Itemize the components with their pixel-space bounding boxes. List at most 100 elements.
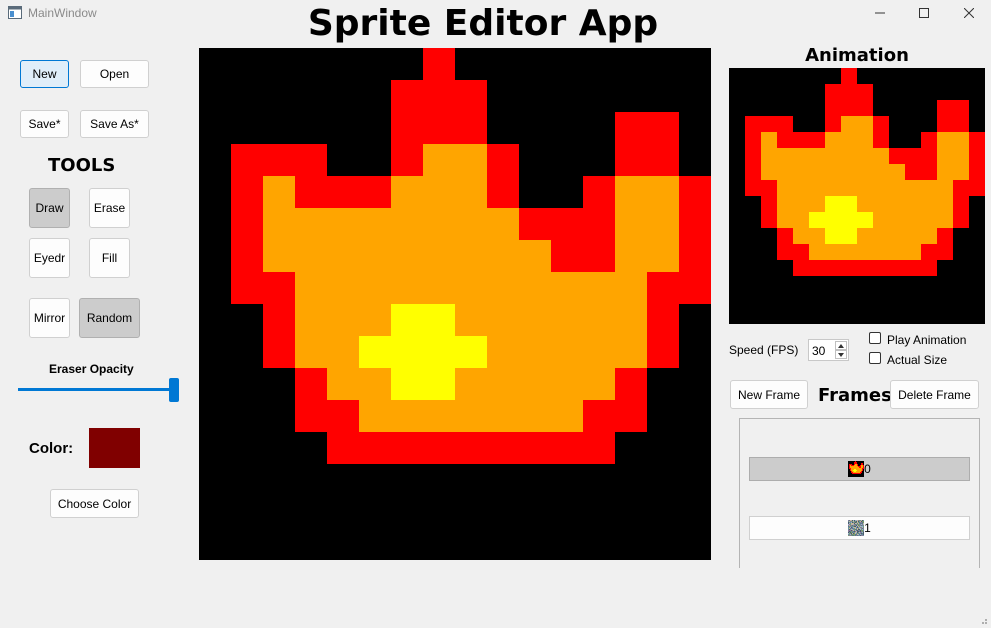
sprite-pixel — [455, 368, 487, 400]
eyedropper-tool-button[interactable]: Eyedr — [29, 238, 70, 278]
sprite-pixel — [861, 469, 863, 470]
sprite-pixel — [391, 304, 423, 336]
play-animation-checkbox[interactable] — [869, 332, 881, 344]
sprite-pixel — [861, 463, 863, 464]
maximize-button[interactable] — [901, 0, 947, 26]
sprite-pixel — [851, 466, 853, 467]
sprite-pixel — [583, 240, 615, 272]
sprite-pixel — [856, 463, 858, 464]
sprite-pixel — [809, 244, 825, 260]
fill-tool-button[interactable]: Fill — [89, 238, 130, 278]
sprite-pixel — [855, 463, 857, 464]
sprite-pixel — [852, 472, 854, 473]
spin-up-button[interactable] — [835, 341, 847, 350]
delete-frame-button[interactable]: Delete Frame — [890, 380, 979, 409]
color-swatch[interactable] — [89, 428, 140, 468]
sprite-pixel — [423, 176, 455, 208]
sprite-pixel — [519, 304, 551, 336]
frame-item-1[interactable]: 1 — [749, 516, 970, 540]
sprite-pixel — [852, 471, 854, 472]
sprite-pixel — [745, 132, 761, 148]
sprite-pixel — [854, 464, 856, 465]
sprite-pixel — [937, 228, 953, 244]
sprite-pixel — [647, 272, 679, 304]
sprite-pixel — [850, 468, 852, 469]
sprite-pixel — [862, 465, 864, 466]
sprite-pixel — [858, 469, 860, 470]
sprite-pixel — [359, 208, 391, 240]
choose-color-button[interactable]: Choose Color — [50, 489, 139, 518]
sprite-pixel — [851, 469, 853, 470]
sprite-pixel — [615, 304, 647, 336]
spin-down-button[interactable] — [835, 350, 847, 359]
sprite-pixel — [359, 336, 391, 368]
sprite-pixel — [855, 471, 857, 472]
sprite-pixel — [859, 473, 861, 474]
sprite-pixel — [615, 208, 647, 240]
sprite-pixel — [937, 116, 953, 132]
actual-size-checkbox[interactable] — [869, 352, 881, 364]
sprite-pixel — [889, 212, 905, 228]
sprite-pixel — [852, 468, 854, 469]
sprite-pixel — [359, 368, 391, 400]
sprite-pixel — [359, 240, 391, 272]
sprite-pixel — [889, 196, 905, 212]
mirror-tool-button[interactable]: Mirror — [29, 298, 70, 338]
save-button[interactable]: Save* — [20, 110, 69, 138]
sprite-pixel — [873, 196, 889, 212]
sprite-pixel — [391, 368, 423, 400]
sprite-pixel — [679, 272, 711, 304]
eraser-opacity-slider[interactable] — [18, 377, 179, 403]
sprite-pixel — [855, 468, 857, 469]
sprite-pixel — [857, 244, 873, 260]
sprite-pixel — [423, 240, 455, 272]
new-frame-button[interactable]: New Frame — [730, 380, 808, 409]
sprite-pixel — [857, 212, 873, 228]
sprite-pixel — [455, 208, 487, 240]
frame-item-0[interactable]: 0 — [749, 457, 970, 481]
resize-grip[interactable] — [978, 615, 988, 625]
sprite-pixel — [647, 112, 679, 144]
speed-spinbox[interactable]: 30 — [808, 339, 849, 361]
save-as-button[interactable]: Save As* — [80, 110, 149, 138]
sprite-pixel — [937, 244, 953, 260]
sprite-pixel — [359, 272, 391, 304]
sprite-pixel — [745, 164, 761, 180]
sprite-pixel — [858, 472, 860, 473]
sprite-pixel — [889, 180, 905, 196]
sprite-pixel — [953, 212, 969, 228]
sprite-pixel — [857, 465, 859, 466]
new-button[interactable]: New — [20, 60, 69, 88]
minimize-button[interactable] — [857, 0, 903, 26]
sprite-pixel — [647, 240, 679, 272]
slider-handle[interactable] — [169, 378, 179, 402]
sprite-pixel — [615, 368, 647, 400]
sprite-pixel — [487, 272, 519, 304]
open-button[interactable]: Open — [80, 60, 149, 88]
sprite-pixel — [857, 469, 859, 470]
draw-tool-button[interactable]: Draw — [29, 188, 70, 228]
sprite-pixel — [861, 467, 863, 468]
sprite-pixel — [519, 400, 551, 432]
frames-list[interactable]: 0 1 — [739, 418, 980, 568]
sprite-pixel — [825, 212, 841, 228]
sprite-pixel — [825, 116, 841, 132]
sprite-pixel — [391, 176, 423, 208]
sprite-pixel — [937, 148, 953, 164]
speed-label: Speed (FPS) — [729, 343, 799, 357]
close-button[interactable] — [946, 0, 991, 26]
sprite-pixel — [855, 467, 857, 468]
sprite-pixel — [263, 176, 295, 208]
sprite-pixel — [423, 48, 455, 80]
sprite-pixel — [855, 464, 857, 465]
sprite-pixel — [852, 470, 854, 471]
sprite-canvas[interactable] — [199, 48, 711, 560]
sprite-pixel — [921, 228, 937, 244]
sprite-pixel — [423, 400, 455, 432]
sprite-pixel — [295, 336, 327, 368]
sprite-pixel — [921, 260, 937, 276]
sprite-pixel — [809, 148, 825, 164]
random-tool-button[interactable]: Random — [79, 298, 140, 338]
erase-tool-button[interactable]: Erase — [89, 188, 130, 228]
animation-heading: Animation — [805, 45, 909, 66]
